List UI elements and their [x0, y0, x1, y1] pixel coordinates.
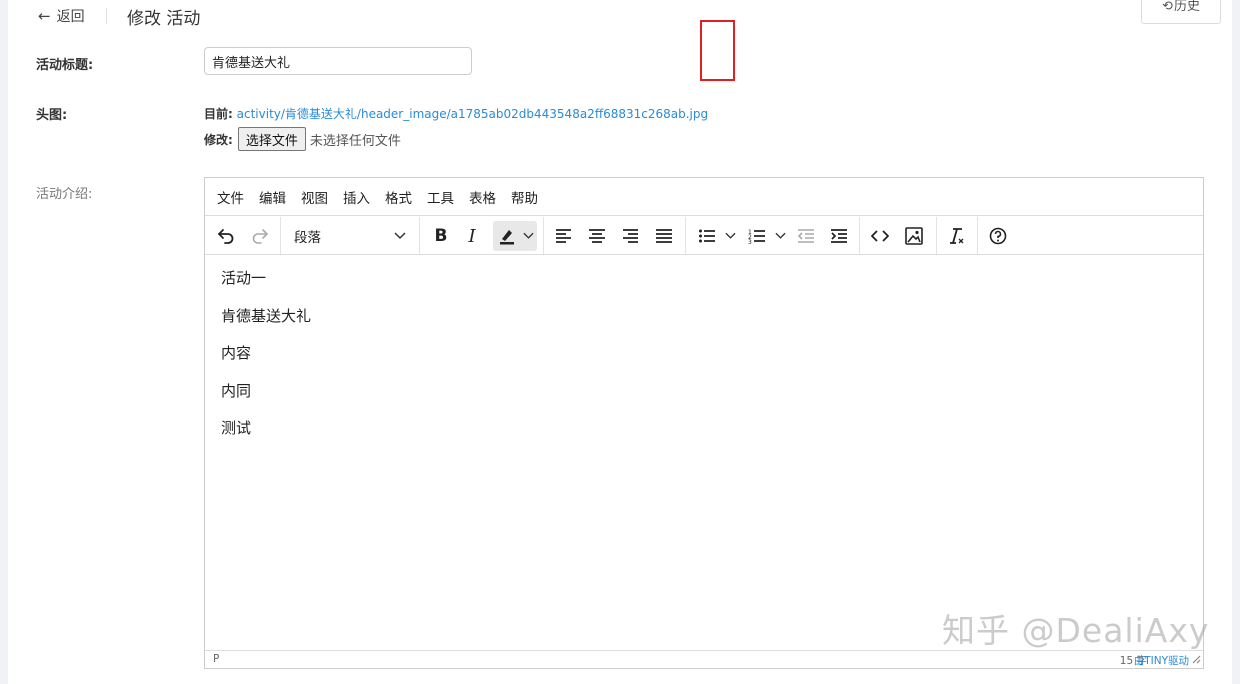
toolbar-separator [859, 217, 860, 254]
toolbar-separator [280, 217, 281, 254]
toolbar-separator [977, 217, 978, 254]
choose-file-button[interactable]: 选择文件 [237, 127, 306, 151]
activity-title-label: 活动标题: [36, 58, 94, 73]
editor-toolbar: 段落 B I 1 2 3 [205, 217, 1203, 255]
numbered-list-chevron-icon[interactable] [772, 221, 788, 251]
rich-text-editor: 文件 编辑 视图 插入 格式 工具 表格 帮助 段落 B I 1 2 3 活动一… [204, 177, 1204, 669]
history-label: 历史 [1173, 0, 1200, 14]
arrow-left-icon: ← [38, 7, 51, 25]
header-divider [106, 8, 107, 24]
history-icon: ⟲ [1162, 0, 1173, 14]
undo-icon[interactable] [213, 221, 239, 251]
chevron-down-icon [394, 232, 406, 240]
menu-table[interactable]: 表格 [469, 187, 496, 207]
help-icon[interactable] [985, 221, 1011, 251]
content-paragraph: 活动一 [221, 269, 267, 287]
menu-tools[interactable]: 工具 [427, 187, 454, 207]
editor-statusbar: P 15 字 由TINY驱动 [205, 650, 1203, 668]
no-file-text: 未选择任何文件 [309, 133, 401, 149]
align-left-icon[interactable] [551, 221, 577, 251]
numbered-list-icon[interactable]: 123 [745, 221, 769, 251]
content-paragraph: 肯德基送大礼 [221, 306, 312, 325]
source-code-icon[interactable] [867, 221, 893, 251]
block-format-select[interactable]: 段落 [288, 221, 412, 251]
activity-intro-label: 活动介绍: [36, 187, 93, 202]
bold-icon[interactable]: B [429, 221, 453, 251]
history-button[interactable]: ⟲ 历史 [1141, 0, 1221, 24]
menu-insert[interactable]: 插入 [343, 187, 370, 207]
toolbar-separator [936, 217, 937, 254]
menu-file[interactable]: 文件 [217, 187, 244, 207]
menu-help[interactable]: 帮助 [511, 187, 538, 207]
powered-by-link[interactable]: 由TINY驱动 [1134, 653, 1189, 668]
image-button-highlight [700, 20, 735, 81]
bullet-list-icon[interactable] [695, 221, 719, 251]
align-justify-icon[interactable] [651, 221, 677, 251]
redo-icon[interactable] [247, 221, 273, 251]
editor-menubar: 文件 编辑 视图 插入 格式 工具 表格 帮助 [205, 178, 1203, 216]
content-paragraph: 内同 [221, 381, 252, 400]
toolbar-separator [685, 217, 686, 254]
page-title: 修改 活动 [127, 9, 201, 29]
content-paragraph: 内容 [221, 344, 252, 362]
header-image-label: 头图: [36, 108, 68, 123]
clear-formatting-icon[interactable] [943, 221, 969, 251]
back-label: 返回 [56, 9, 85, 25]
back-link[interactable]: ← 返回 [38, 6, 85, 26]
outdent-icon[interactable] [793, 221, 819, 251]
menu-edit[interactable]: 编辑 [259, 187, 286, 207]
toolbar-separator [543, 217, 544, 254]
bullet-list-chevron-icon[interactable] [722, 221, 738, 251]
align-right-icon[interactable] [617, 221, 643, 251]
current-image-link[interactable]: activity/肯德基送大礼/header_image/a1785ab02db… [237, 107, 708, 121]
element-path[interactable]: P [213, 653, 219, 665]
menu-view[interactable]: 视图 [301, 187, 328, 207]
modify-label: 修改: [204, 132, 233, 147]
indent-icon[interactable] [826, 221, 852, 251]
content-paragraph: 测试 [221, 419, 252, 437]
italic-icon[interactable]: I [461, 221, 483, 251]
current-image-line: 目前: activity/肯德基送大礼/header_image/a1785ab… [204, 105, 708, 122]
editor-content[interactable]: 活动一 肯德基送大礼 内容 内同 测试 [205, 255, 1203, 650]
activity-title-input[interactable] [204, 47, 472, 75]
modify-image-line: 修改: 选择文件 未选择任何文件 [204, 127, 401, 151]
highlight-dropdown-chevron-icon[interactable] [520, 221, 536, 251]
svg-text:3: 3 [748, 239, 752, 244]
toolbar-separator [419, 217, 420, 254]
menu-format[interactable]: 格式 [385, 187, 412, 207]
align-center-icon[interactable] [584, 221, 610, 251]
block-format-value: 段落 [294, 230, 321, 246]
highlight-color-icon[interactable] [495, 221, 519, 251]
image-icon[interactable] [901, 221, 927, 251]
page-container: ← 返回 修改 活动 ⟲历史 活动标题: 头图: 目前: activity/肯德基… [8, 0, 1232, 684]
current-label: 目前: [204, 107, 233, 121]
resize-handle-icon[interactable] [1192, 655, 1201, 667]
